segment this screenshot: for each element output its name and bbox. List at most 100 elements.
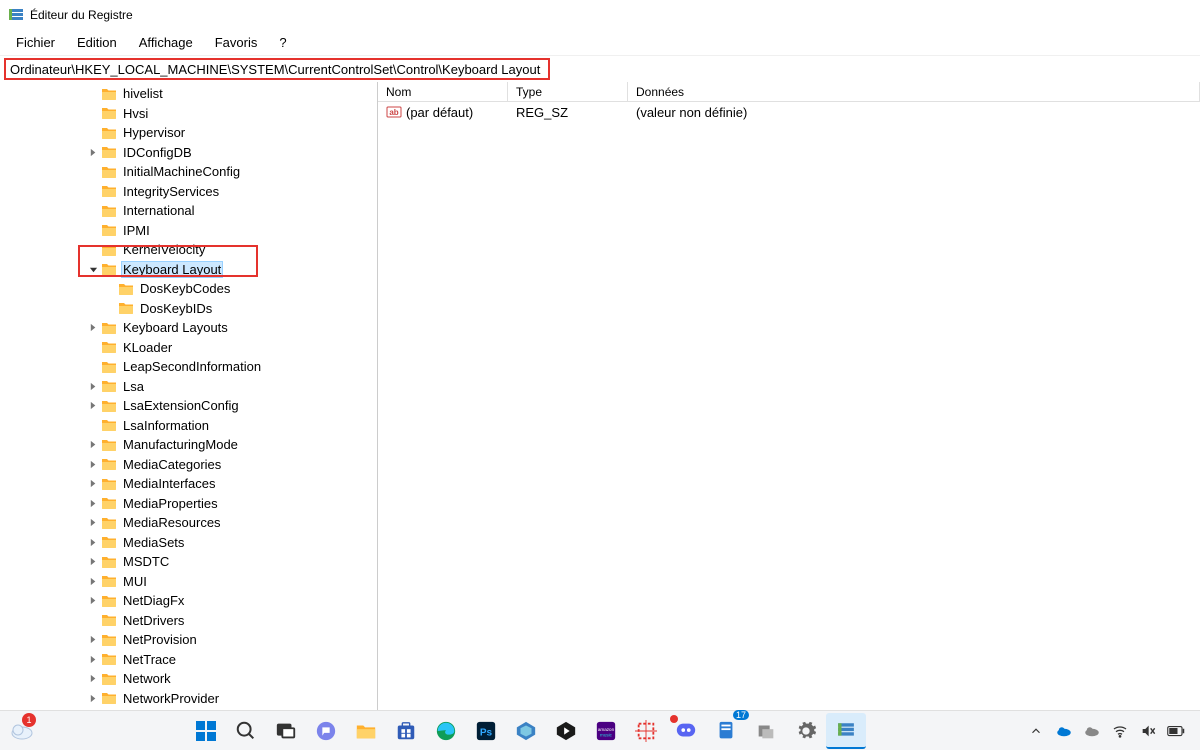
expand-icon[interactable] [87,497,99,509]
menu-edit[interactable]: Edition [67,33,127,52]
expand-icon[interactable] [87,146,99,158]
task-view-button[interactable] [266,713,306,749]
expand-icon[interactable] [87,692,99,704]
expand-icon[interactable] [87,536,99,548]
app-icon-2[interactable] [546,713,586,749]
tree-item[interactable]: LeapSecondInformation [0,357,377,377]
tray-chevron-icon[interactable] [1026,721,1046,741]
tree-item[interactable]: DosKeybIDs [0,299,377,319]
tree-item[interactable]: MediaSets [0,533,377,553]
expand-icon[interactable] [87,478,99,490]
menu-favorites[interactable]: Favoris [205,33,268,52]
amazon-music-icon[interactable]: amazonmusic [586,713,626,749]
expand-icon[interactable] [87,673,99,685]
folder-icon [101,340,121,354]
search-button[interactable] [226,713,266,749]
tree-item[interactable]: KLoader [0,338,377,358]
tree-item-label: LsaExtensionConfig [121,398,241,413]
tree-item[interactable]: MSDTC [0,552,377,572]
folder-icon [101,204,121,218]
tree-item[interactable]: Hypervisor [0,123,377,143]
tree-item[interactable]: ManufacturingMode [0,435,377,455]
tree-item-label: MediaResources [121,515,223,530]
taskbar: 1 Ps amazonmus [0,710,1200,750]
collapse-icon[interactable] [87,263,99,275]
tree-item-label: InitialMachineConfig [121,164,242,179]
expand-icon[interactable] [87,458,99,470]
expand-icon[interactable] [87,556,99,568]
menu-view[interactable]: Affichage [129,33,203,52]
edge-icon[interactable] [426,713,466,749]
tree-item[interactable]: KernelVelocity [0,240,377,260]
tree-item[interactable]: NetProvision [0,630,377,650]
microsoft-store-icon[interactable] [386,713,426,749]
tree-item-label: MediaInterfaces [121,476,218,491]
expand-icon[interactable] [87,517,99,529]
tree-item[interactable]: Keyboard Layout [0,260,377,280]
tree-item[interactable]: DosKeybCodes [0,279,377,299]
tree-item[interactable]: IPMI [0,221,377,241]
folder-icon [101,360,121,374]
snipping-tool-icon[interactable] [626,713,666,749]
system-tray[interactable] [1026,721,1192,741]
app-icon-3[interactable] [746,713,786,749]
tree-item[interactable]: Hvsi [0,104,377,124]
tree-item[interactable]: LsaExtensionConfig [0,396,377,416]
onedrive-icon-2[interactable] [1082,721,1102,741]
tree-item[interactable]: Network [0,669,377,689]
col-header-name[interactable]: Nom [378,82,508,101]
registry-tree[interactable]: hivelistHvsiHypervisorIDConfigDBInitialM… [0,82,378,710]
regedit-taskbar-icon[interactable] [826,713,866,749]
expand-icon[interactable] [87,575,99,587]
address-bar[interactable]: Ordinateur\HKEY_LOCAL_MACHINE\SYSTEM\Cur… [4,58,550,80]
tree-item[interactable]: InitialMachineConfig [0,162,377,182]
taskbar-weather[interactable]: 1 [8,717,36,745]
tree-item-label: MediaSets [121,535,186,550]
tree-item[interactable]: MUI [0,572,377,592]
battery-icon[interactable] [1166,721,1186,741]
start-button[interactable] [186,713,226,749]
menu-help[interactable]: ? [269,33,296,52]
tree-item[interactable]: NetTrace [0,650,377,670]
discord-icon[interactable] [666,713,706,749]
values-panel[interactable]: Nom Type Données ab(par défaut)REG_SZ(va… [378,82,1200,710]
tree-item[interactable]: LsaInformation [0,416,377,436]
tree-item[interactable]: Keyboard Layouts [0,318,377,338]
expand-icon[interactable] [87,634,99,646]
tree-item[interactable]: MediaProperties [0,494,377,514]
tree-item[interactable]: Lsa [0,377,377,397]
tree-item[interactable]: NetDrivers [0,611,377,631]
photoshop-icon[interactable]: Ps [466,713,506,749]
tree-item[interactable]: MediaCategories [0,455,377,475]
wifi-icon[interactable] [1110,721,1130,741]
tree-item[interactable]: IDConfigDB [0,143,377,163]
expand-icon[interactable] [87,653,99,665]
value-row[interactable]: ab(par défaut)REG_SZ(valeur non définie) [378,102,1200,122]
file-explorer-icon[interactable] [346,713,386,749]
tips-icon[interactable]: 17 [706,713,746,749]
tree-item[interactable]: MediaResources [0,513,377,533]
expand-icon[interactable] [87,400,99,412]
expand-icon[interactable] [87,439,99,451]
col-header-type[interactable]: Type [508,82,628,101]
app-icon-1[interactable] [506,713,546,749]
folder-icon [101,438,121,452]
settings-icon[interactable] [786,713,826,749]
tree-item[interactable]: hivelist [0,84,377,104]
col-header-data[interactable]: Données [628,82,1200,101]
tree-item-label: NetworkProvider [121,691,221,706]
tree-item[interactable]: NetDiagFx [0,591,377,611]
tree-item[interactable]: MediaInterfaces [0,474,377,494]
teams-chat-icon[interactable] [306,713,346,749]
tree-item[interactable]: International [0,201,377,221]
expand-icon[interactable] [87,322,99,334]
onedrive-icon[interactable] [1054,721,1074,741]
menu-file[interactable]: Fichier [6,33,65,52]
tree-item[interactable]: NetworkProvider [0,689,377,709]
tree-item-label: NetTrace [121,652,178,667]
volume-icon[interactable] [1138,721,1158,741]
expand-icon[interactable] [87,380,99,392]
expand-icon[interactable] [87,595,99,607]
tree-item[interactable]: IntegrityServices [0,182,377,202]
folder-icon [101,477,121,491]
